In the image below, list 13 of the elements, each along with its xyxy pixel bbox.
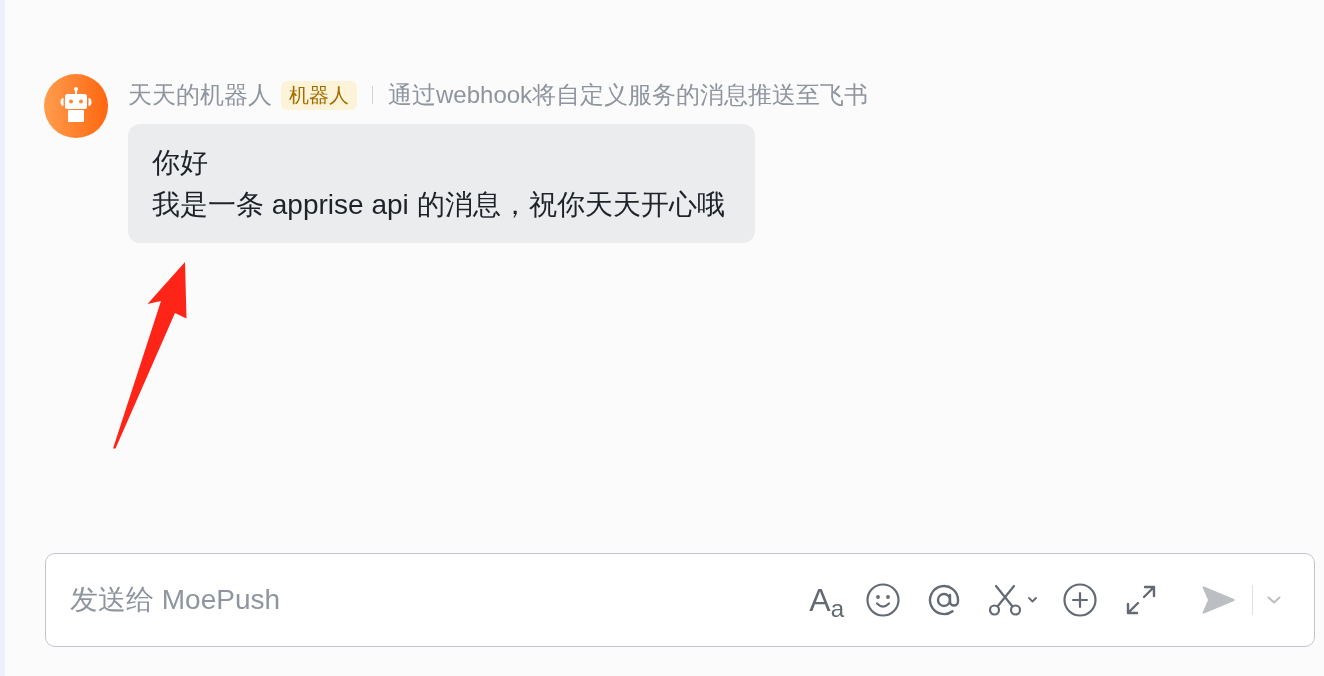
text-format-button[interactable]: A$_{a}$ — [809, 582, 844, 618]
at-sign-icon[interactable] — [927, 583, 961, 617]
message-line: 你好 — [152, 146, 208, 180]
emoji-smiley-icon[interactable] — [866, 583, 900, 617]
caret-icon[interactable] — [1028, 597, 1037, 603]
bot-badge: 机器人 — [281, 80, 357, 110]
robot-avatar-icon — [44, 74, 108, 138]
plus-circle-icon[interactable] — [1063, 583, 1097, 617]
bot-description: 通过webhook将自定义服务的消息推送至飞书 — [388, 80, 869, 110]
sender-name: 天天的机器人 — [128, 80, 272, 110]
message-line: 我是一条 apprise api 的消息，祝你天天开心哦 — [152, 188, 725, 222]
message-input[interactable]: 发送给 MoePush — [70, 580, 798, 620]
expand-icon[interactable] — [1126, 585, 1156, 615]
